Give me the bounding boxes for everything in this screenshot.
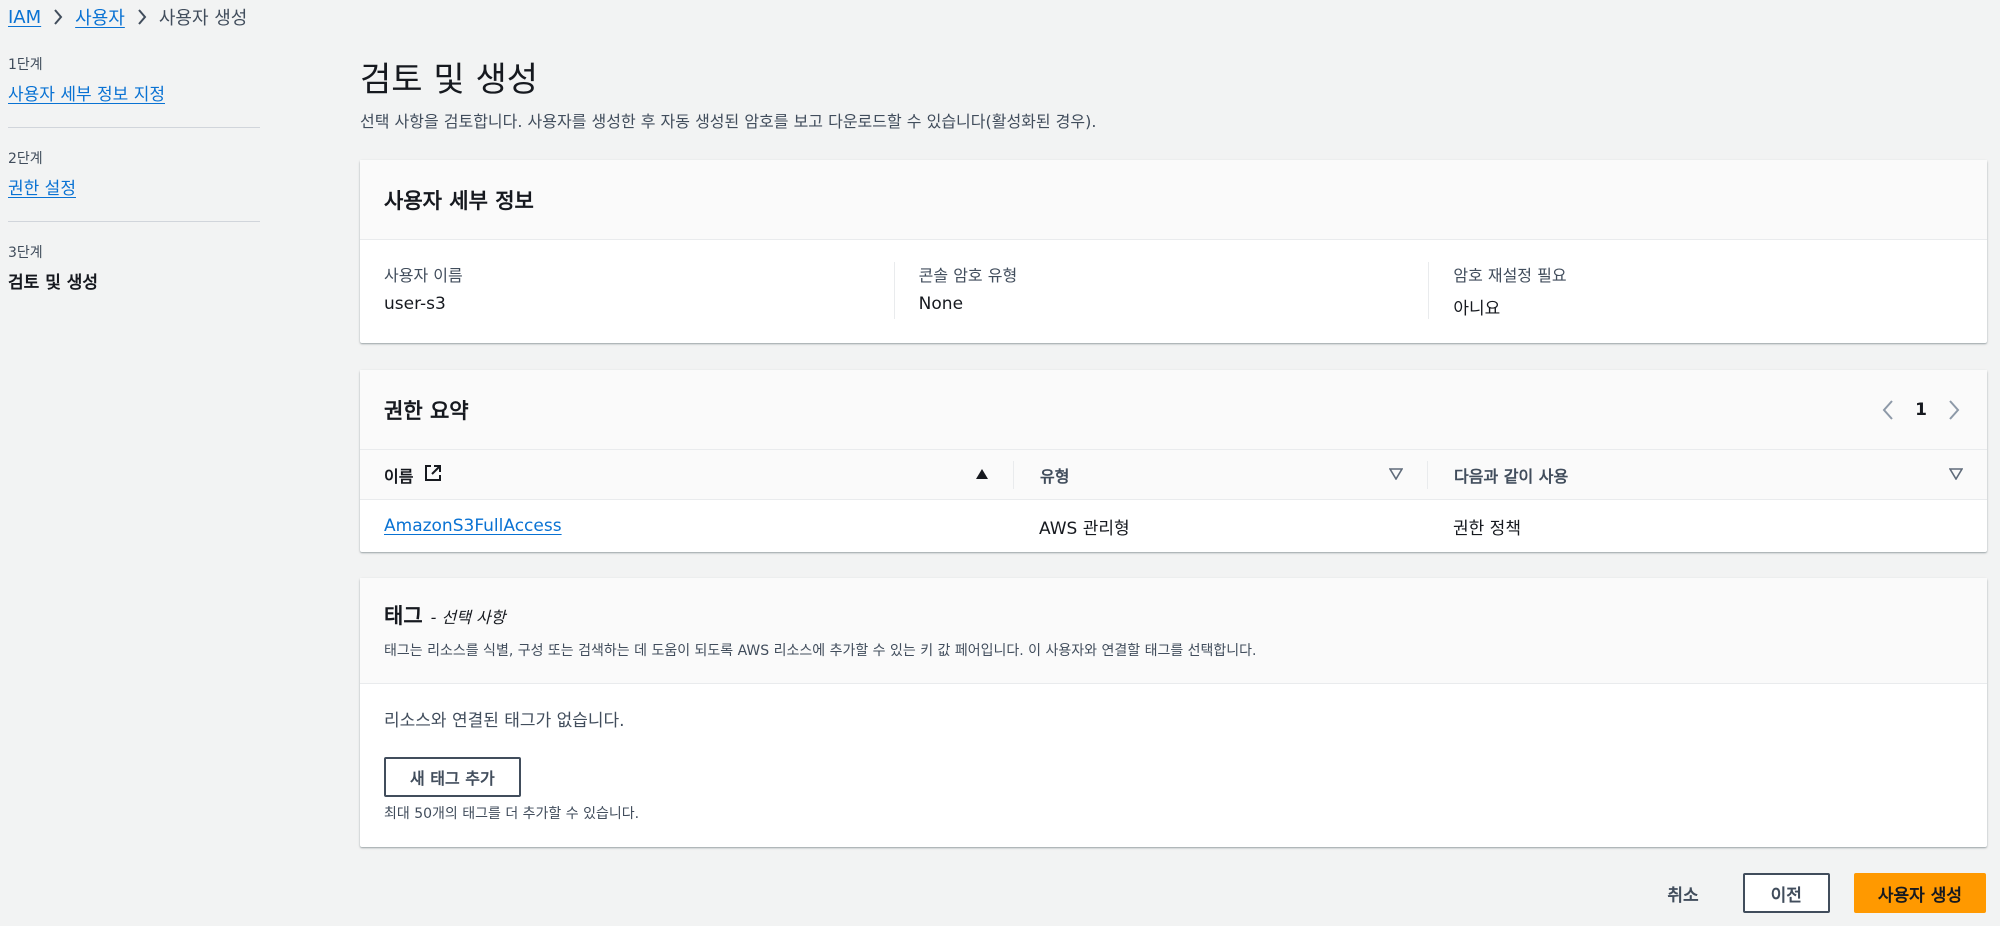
previous-button[interactable]: 이전 (1742, 873, 1830, 913)
step-3-current: 검토 및 생성 (8, 273, 99, 293)
field-console-password-type: 콘솔 암호 유형 None (893, 262, 1429, 319)
step-2-link[interactable]: 권한 설정 (8, 179, 76, 199)
field-label: 사용자 이름 (384, 266, 463, 285)
tags-body: 리소스와 연결된 태그가 없습니다. 새 태그 추가 최대 50개의 태그를 더… (360, 684, 1987, 845)
tags-heading: 태그 - 선택 사항 (384, 600, 1963, 630)
step-1-link[interactable]: 사용자 세부 정보 지정 (8, 85, 165, 105)
chevron-left-icon[interactable] (1879, 398, 1897, 422)
panel-header: 태그 - 선택 사항 태그는 리소스를 식별, 구성 또는 검색하는 데 도움이… (360, 578, 1987, 684)
step-number: 1단계 (8, 57, 43, 73)
sort-icon (1948, 465, 1964, 484)
column-header-used-as[interactable]: 다음과 같이 사용 (1427, 460, 1987, 489)
breadcrumb: IAM 사용자 사용자 생성 (8, 4, 247, 30)
external-link-icon (423, 463, 443, 487)
tags-panel: 태그 - 선택 사항 태그는 리소스를 식별, 구성 또는 검색하는 데 도움이… (360, 578, 1987, 847)
add-tag-button[interactable]: 새 태그 추가 (384, 757, 521, 797)
user-details-grid: 사용자 이름 user-s3 콘솔 암호 유형 None 암호 재설정 필요 아… (360, 240, 1987, 319)
column-label: 이름 (384, 466, 414, 486)
breadcrumb-users[interactable]: 사용자 (75, 4, 125, 30)
tags-title: 태그 (384, 604, 423, 628)
permissions-panel: 권한 요약 1 이름 유형 다음과 같이 사용 AmazonS3FullAcce… (360, 370, 1987, 552)
pagination: 1 (1879, 398, 1963, 422)
field-password-reset: 암호 재설정 필요 아니요 (1428, 262, 1963, 319)
field-label: 콘솔 암호 유형 (918, 266, 1018, 285)
chevron-right-icon (41, 8, 75, 26)
wizard-steps: 1단계 사용자 세부 정보 지정 2단계 권한 설정 3단계 검토 및 생성 (8, 54, 260, 335)
page-number[interactable]: 1 (1915, 400, 1927, 420)
create-user-button[interactable]: 사용자 생성 (1853, 873, 1986, 913)
field-value: 아니요 (1453, 299, 1501, 319)
field-username: 사용자 이름 user-s3 (384, 262, 894, 319)
table-cell: 권한 정책 (1453, 518, 1521, 539)
table-cell: AmazonS3FullAccess (360, 516, 1013, 536)
table-cell: AWS 관리형 (1039, 518, 1130, 539)
table-header: 이름 유형 다음과 같이 사용 (360, 450, 1987, 500)
breadcrumb-iam[interactable]: IAM (8, 7, 41, 28)
step-number: 3단계 (8, 245, 43, 261)
sort-ascending-icon (975, 465, 989, 484)
column-label: 유형 (1040, 466, 1070, 486)
column-header-name[interactable]: 이름 (360, 461, 1013, 489)
panel-header: 사용자 세부 정보 (360, 160, 1987, 240)
field-value: user-s3 (384, 294, 446, 314)
column-header-type[interactable]: 유형 (1013, 460, 1427, 489)
column-label: 다음과 같이 사용 (1454, 466, 1569, 486)
cancel-button[interactable]: 취소 (1647, 881, 1718, 906)
step-2: 2단계 권한 설정 (8, 148, 260, 222)
permissions-title: 권한 요약 (384, 398, 469, 423)
tags-limit-hint: 최대 50개의 태그를 더 추가할 수 있습니다. (384, 806, 640, 822)
page-description: 선택 사항을 검토합니다. 사용자를 생성한 후 자동 생성된 암호를 보고 다… (360, 112, 1097, 131)
wizard-actions: 취소 이전 사용자 생성 (1647, 873, 1986, 913)
table-row: AmazonS3FullAccess AWS 관리형 권한 정책 (360, 500, 1987, 552)
tags-description: 태그는 리소스를 식별, 구성 또는 검색하는 데 도움이 되도록 AWS 리소… (384, 643, 1257, 659)
policy-link[interactable]: AmazonS3FullAccess (384, 516, 562, 536)
breadcrumb-current: 사용자 생성 (158, 8, 248, 29)
chevron-right-icon (125, 8, 159, 26)
page-title: 검토 및 생성 (360, 60, 539, 100)
user-details-panel: 사용자 세부 정보 사용자 이름 user-s3 콘솔 암호 유형 None 암… (360, 160, 1987, 343)
step-1: 1단계 사용자 세부 정보 지정 (8, 54, 260, 128)
step-3: 3단계 검토 및 생성 (8, 242, 260, 315)
field-value: None (918, 294, 964, 314)
optional-label: - 선택 사항 (430, 608, 506, 627)
user-details-title: 사용자 세부 정보 (384, 188, 534, 213)
field-label: 암호 재설정 필요 (1453, 266, 1567, 285)
no-tags-message: 리소스와 연결된 태그가 없습니다. (384, 711, 625, 731)
step-number: 2단계 (8, 151, 43, 167)
panel-header: 권한 요약 1 (360, 370, 1987, 450)
sort-icon (1388, 465, 1404, 484)
chevron-right-icon[interactable] (1945, 398, 1963, 422)
